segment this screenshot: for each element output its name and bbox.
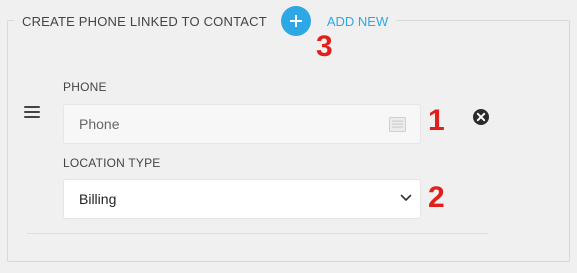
hamburger-icon[interactable] [24,106,40,120]
chevron-down-icon [400,194,412,201]
annotation-3: 3 [316,30,333,63]
phone-input[interactable]: Phone [63,104,421,144]
add-new-button[interactable] [280,6,311,36]
annotation-2: 2 [428,181,445,214]
phone-label: PHONE [63,80,107,94]
add-new-link[interactable]: ADD NEW [327,14,388,29]
row-divider [27,233,488,234]
plus-icon [289,15,302,27]
fieldset-legend: CREATE PHONE LINKED TO CONTACT ADD NEW [14,4,397,38]
fieldset-title: CREATE PHONE LINKED TO CONTACT [22,13,267,29]
location-type-value: Billing [79,191,117,207]
annotation-1: 1 [428,104,445,137]
location-type-select[interactable]: Billing [63,179,421,219]
card-icon [389,117,406,132]
location-type-label: LOCATION TYPE [63,156,161,170]
phone-placeholder: Phone [79,116,120,132]
close-circle-icon[interactable] [472,108,490,126]
